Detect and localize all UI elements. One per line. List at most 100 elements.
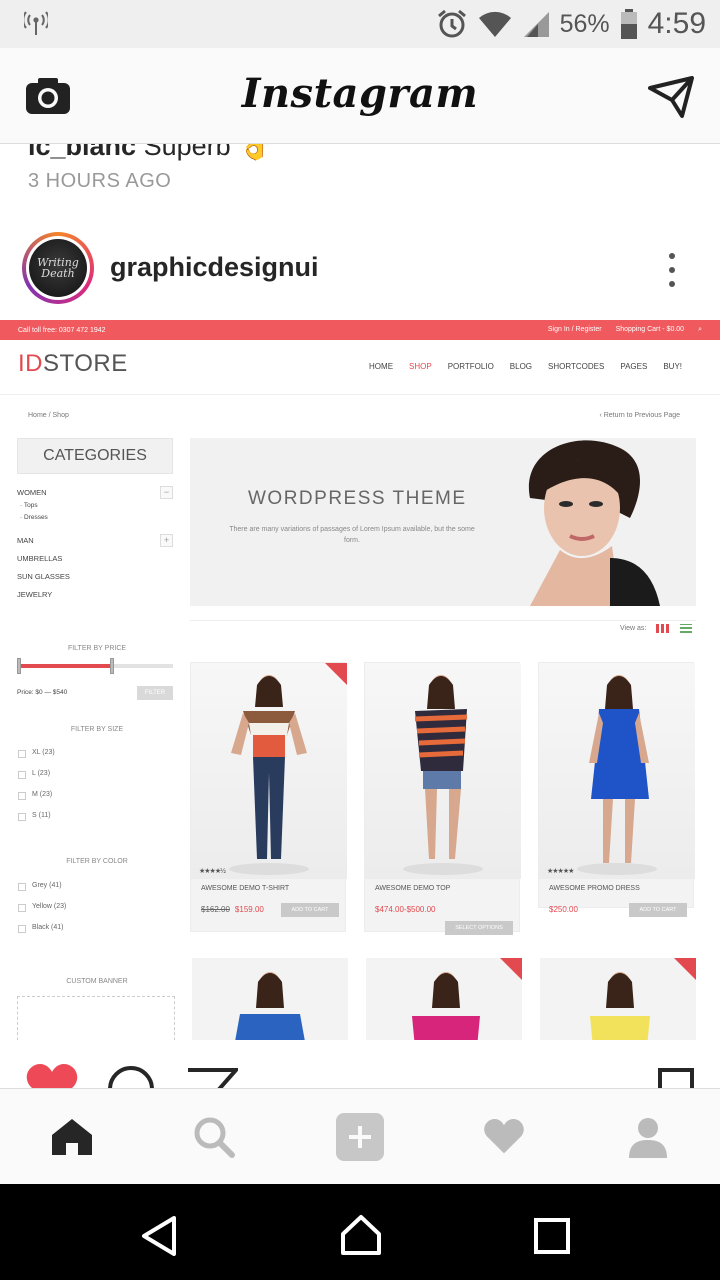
mockup-product-card	[366, 958, 522, 1044]
comment-emoji: 👌	[238, 144, 272, 161]
nav-search[interactable]	[188, 1111, 240, 1163]
app-bar: Instagram	[0, 48, 720, 144]
post-actions	[0, 1040, 720, 1088]
alarm-icon	[437, 9, 466, 38]
clock: 4:59	[647, 7, 706, 40]
mockup-price-range: Price: $0 — $540	[17, 689, 68, 696]
mockup-grid-view-icon	[656, 624, 670, 633]
mockup-menu-item: BLOG	[509, 362, 533, 371]
model-photo	[577, 675, 657, 875]
mockup-size: S (11)	[32, 812, 51, 819]
more-options-icon[interactable]	[660, 250, 684, 290]
mockup-filter-color-title: FILTER BY COLOR	[66, 858, 128, 865]
nav-add[interactable]	[334, 1111, 386, 1163]
mockup-signin: Sign In / Register	[547, 326, 602, 333]
product-rating: ★★★★★	[547, 868, 574, 875]
back-icon[interactable]	[140, 1216, 178, 1256]
comment-username[interactable]: lc_blanc	[28, 144, 136, 161]
mockup-custom-banner-title: CUSTOM BANNER	[66, 978, 128, 985]
mockup-product-card: ★★★★½ AWESOME DEMO T-SHIRT $162.00 $159.0…	[190, 662, 347, 932]
product-price: $474.00-$500.00	[375, 905, 436, 914]
mockup-return-link: ‹ Return to Previous Page	[599, 412, 680, 419]
product-name: AWESOME PROMO DRESS	[549, 885, 640, 892]
add-to-cart-button: ADD TO CART	[629, 903, 687, 917]
model-photo	[403, 675, 483, 875]
nav-profile[interactable]	[622, 1111, 674, 1163]
mockup-color: Yellow (23)	[32, 903, 67, 910]
mockup-menu-item: SHOP	[409, 362, 432, 371]
mockup-menu: HOME SHOP PORTFOLIO BLOG SHORTCODES PAGE…	[369, 362, 682, 371]
mockup-category: MAN	[17, 536, 34, 545]
mockup-hero-title: WORDPRESS THEME	[248, 488, 467, 509]
post-username[interactable]: graphicdesignui	[110, 252, 319, 283]
mockup-category: WOMEN	[17, 488, 47, 497]
mockup-category: SUN GLASSES	[17, 572, 70, 581]
mockup-brand: IDSTORE	[18, 350, 128, 377]
add-to-cart-button: ADD TO CART	[281, 903, 339, 917]
model-portrait-image	[528, 440, 660, 606]
app-logo: Instagram	[241, 70, 479, 117]
direct-message-icon[interactable]	[648, 76, 694, 118]
select-options-button: SELECT OPTIONS	[445, 921, 513, 935]
mockup-hero-text: There are many variations of passages of…	[229, 526, 475, 544]
post-timestamp: 3 HOURS AGO	[28, 170, 172, 192]
home-outline-icon[interactable]	[340, 1214, 382, 1256]
comment-text: Superb	[143, 144, 231, 161]
mockup-filter-size-title: FILTER BY SIZE	[70, 726, 124, 733]
mockup-hero-banner: WORDPRESS THEME There are many variation…	[190, 438, 696, 606]
avatar[interactable]: Writing Death	[22, 232, 94, 304]
battery-percent: 56%	[559, 9, 610, 38]
search-icon	[194, 1117, 235, 1158]
mockup-product-card: AWESOME DEMO TOP $474.00-$500.00 SELECT …	[364, 662, 521, 935]
model-photo	[234, 972, 306, 1044]
nav-home[interactable]	[46, 1111, 98, 1163]
mockup-category: · Dresses	[20, 514, 48, 521]
recents-icon[interactable]	[534, 1218, 570, 1254]
product-rating: ★★★★½	[199, 868, 226, 875]
mockup-menu-item: SHORTCODES	[548, 362, 605, 371]
mockup-list-view-icon	[680, 624, 692, 633]
feed[interactable]: lc_blanc Superb 👌 3 HOURS AGO Writing De…	[0, 144, 720, 1044]
battery-icon	[620, 9, 637, 39]
mockup-product-card	[192, 958, 348, 1044]
mockup-color: Black (41)	[32, 924, 64, 931]
comment-icon[interactable]	[106, 1064, 156, 1088]
mockup-color: Grey (41)	[32, 882, 62, 889]
mockup-menu-item: BUY!	[663, 362, 682, 371]
activity-heart-icon	[484, 1119, 524, 1154]
broadcast-icon	[24, 11, 48, 35]
comment-line: lc_blanc Superb 👌	[28, 144, 272, 162]
mockup-product-card	[540, 958, 696, 1044]
bottom-nav	[0, 1088, 720, 1184]
heart-filled-icon[interactable]	[26, 1064, 78, 1088]
mockup-view-as: View as:	[620, 625, 647, 632]
mockup-category: · Tops	[20, 502, 38, 509]
mockup-categories-title: CATEGORIES	[17, 438, 173, 474]
avatar-image: Writing Death	[29, 239, 87, 297]
post-image[interactable]: Call toll free: 0307 472 1942 Sign In / …	[0, 320, 720, 1044]
mockup-size: M (23)	[32, 791, 53, 798]
product-name: AWESOME DEMO TOP	[375, 885, 451, 892]
bookmark-icon[interactable]	[656, 1066, 696, 1088]
model-photo	[229, 675, 309, 875]
mockup-menu-item: PORTFOLIO	[447, 362, 494, 371]
product-name: AWESOME DEMO T-SHIRT	[201, 885, 290, 892]
mockup-size: L (23)	[32, 770, 51, 777]
mockup-filter-price-title: FILTER BY PRICE	[67, 645, 127, 652]
nav-activity[interactable]	[478, 1111, 530, 1163]
sale-ribbon	[323, 663, 347, 687]
status-bar: 56% 4:59	[0, 0, 720, 48]
mockup-phone: Call toll free: 0307 472 1942	[18, 326, 106, 334]
mockup-cart: Shopping Cart - $0.00	[615, 326, 685, 333]
sale-ribbon	[498, 958, 522, 982]
product-price: $250.00	[549, 905, 578, 914]
share-icon[interactable]	[186, 1066, 238, 1088]
mockup-menu-item: HOME	[369, 362, 394, 371]
mockup-size: XL (23)	[32, 749, 55, 756]
sale-ribbon	[672, 958, 696, 982]
mockup-topbar: Call toll free: 0307 472 1942 Sign In / …	[0, 320, 720, 340]
home-icon	[52, 1119, 92, 1155]
wifi-icon	[478, 11, 511, 38]
mockup-search-icon: ⌕	[698, 326, 702, 333]
mockup-menu-item: PAGES	[620, 362, 648, 371]
